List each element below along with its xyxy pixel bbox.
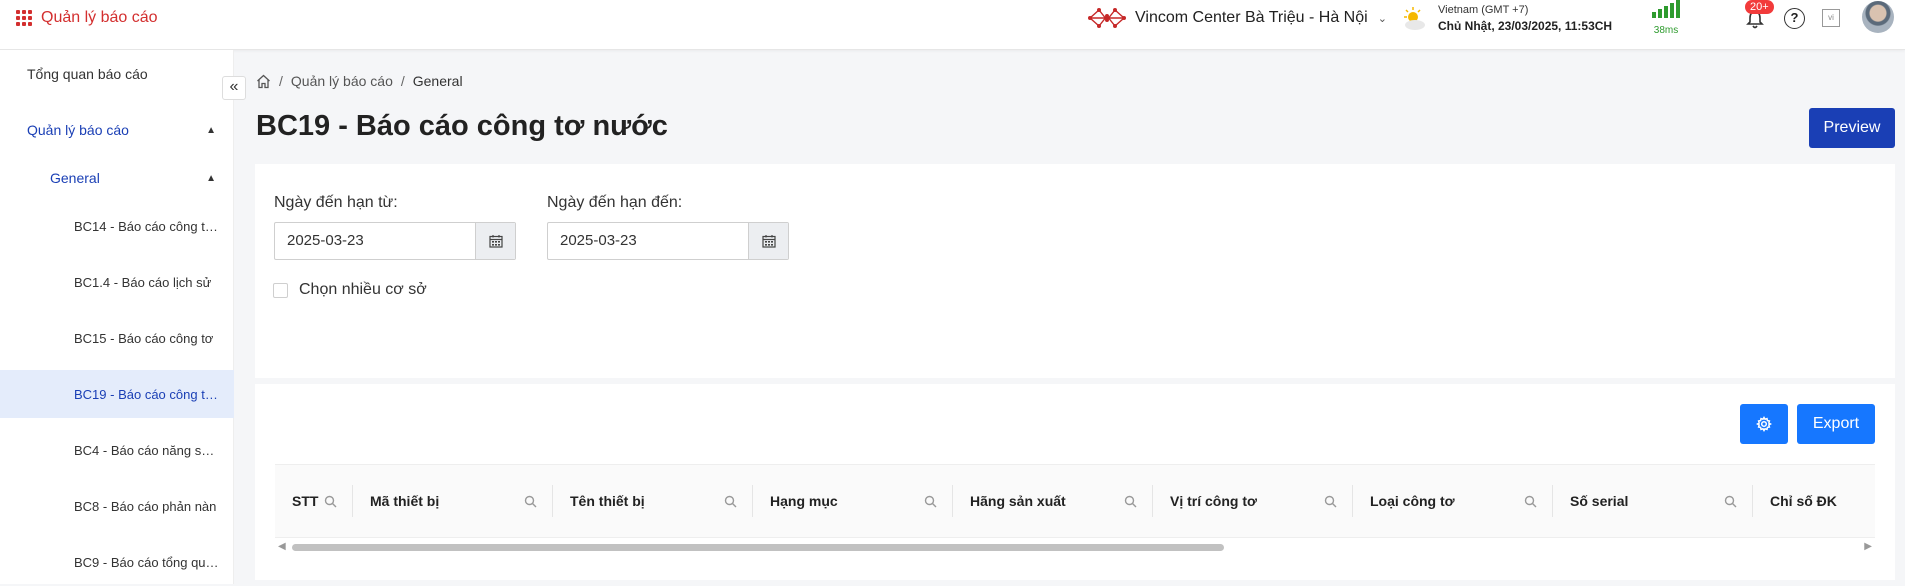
calendar-icon[interactable] bbox=[748, 223, 788, 259]
horizontal-scrollbar[interactable]: ◀ ▶ bbox=[275, 540, 1875, 554]
checkbox[interactable] bbox=[273, 282, 288, 298]
search-icon[interactable] bbox=[1324, 495, 1337, 508]
table-settings-button[interactable] bbox=[1740, 404, 1788, 444]
app-title: Quản lý báo cáo bbox=[41, 9, 158, 26]
apps-grid-icon[interactable] bbox=[16, 10, 32, 26]
latency-label: 38ms bbox=[1653, 25, 1679, 36]
column-label: Vị trí công tơ bbox=[1170, 493, 1257, 509]
column-header-manufacturer[interactable]: Hãng sản xuất bbox=[953, 465, 1153, 537]
column-header-category[interactable]: Hạng mục bbox=[753, 465, 953, 537]
page-title: BC19 - Báo cáo công tơ nước bbox=[256, 110, 668, 142]
sidebar-item-bc9[interactable]: BC9 - Báo cáo tổng quan bbox=[0, 538, 234, 586]
from-date-label: Ngày đến hạn từ: bbox=[274, 194, 398, 211]
sidebar-item-bc15[interactable]: BC15 - Báo cáo công tơ bbox=[0, 314, 234, 362]
column-label: Chỉ số ĐK bbox=[1770, 493, 1837, 509]
search-icon[interactable] bbox=[1724, 495, 1737, 508]
multi-site-checkbox[interactable]: Chọn nhiều cơ sở bbox=[273, 281, 427, 299]
to-date-field[interactable]: 2025-03-23 bbox=[547, 222, 789, 260]
avatar[interactable] bbox=[1862, 1, 1894, 33]
scroll-right-icon[interactable]: ▶ bbox=[1864, 541, 1872, 552]
breadcrumb-link[interactable]: Quản lý báo cáo bbox=[291, 73, 393, 89]
help-icon[interactable]: ? bbox=[1784, 8, 1805, 29]
top-bar: Quản lý báo cáo Vincom Center Bà Triệu -… bbox=[0, 0, 1905, 50]
home-icon[interactable] bbox=[256, 74, 271, 89]
sidebar-item-bc8[interactable]: BC8 - Báo cáo phản nàn bbox=[0, 482, 234, 530]
sidebar-collapse-button[interactable]: « bbox=[222, 76, 246, 100]
column-label: Tên thiết bị bbox=[570, 493, 645, 509]
table-panel: Export STT Mã thiết bị Tên thiết bị Hạng… bbox=[255, 384, 1895, 580]
scroll-left-icon[interactable]: ◀ bbox=[278, 541, 286, 552]
multi-site-label: Chọn nhiều cơ sở bbox=[299, 281, 427, 298]
search-icon[interactable] bbox=[924, 495, 937, 508]
scrollbar-thumb[interactable] bbox=[292, 544, 1224, 551]
column-header-reading[interactable]: Chỉ số ĐK bbox=[1753, 465, 1875, 537]
column-label: Hạng mục bbox=[770, 493, 838, 509]
column-header-device-name[interactable]: Tên thiết bị bbox=[553, 465, 753, 537]
sidebar-item-report-management[interactable]: Quản lý báo cáo ▲ bbox=[0, 106, 234, 154]
search-icon[interactable] bbox=[1524, 495, 1537, 508]
sidebar-item-label: BC8 - Báo cáo phản nàn bbox=[74, 498, 217, 514]
site-selector[interactable]: Vincom Center Bà Triệu - Hà Nội ⌄ bbox=[1087, 6, 1387, 30]
chevron-up-icon: ▲ bbox=[206, 124, 216, 136]
chevron-down-icon: ⌄ bbox=[1377, 12, 1387, 25]
to-date-value[interactable]: 2025-03-23 bbox=[548, 223, 748, 259]
sidebar-item-label: BC9 - Báo cáo tổng quan bbox=[74, 554, 219, 570]
from-date-field[interactable]: 2025-03-23 bbox=[274, 222, 516, 260]
chevron-up-icon: ▲ bbox=[206, 172, 216, 184]
column-label: STT bbox=[292, 493, 319, 509]
sidebar-item-label: BC1.4 - Báo cáo lịch sử bbox=[74, 274, 212, 290]
to-date-label: Ngày đến hạn đến: bbox=[547, 194, 683, 211]
sidebar-item-bc14[interactable]: BC14 - Báo cáo công tơ điện bbox=[0, 202, 234, 250]
weather-icon bbox=[1404, 6, 1425, 30]
column-label: Mã thiết bị bbox=[370, 493, 440, 509]
breadcrumb-separator: / bbox=[400, 73, 405, 89]
preview-button[interactable]: Preview bbox=[1809, 108, 1895, 148]
sidebar-item-label: BC4 - Báo cáo năng suất bbox=[74, 442, 219, 458]
sidebar-item-bc1-4[interactable]: BC1.4 - Báo cáo lịch sử bbox=[0, 258, 234, 306]
weather-widget: Vietnam (GMT +7) Chủ Nhật, 23/03/2025, 1… bbox=[1400, 4, 1612, 33]
sidebar: Tổng quan báo cáo Quản lý báo cáo ▲ Gener… bbox=[0, 50, 234, 584]
column-header-serial[interactable]: Số serial bbox=[1553, 465, 1753, 537]
gear-icon bbox=[1756, 416, 1772, 432]
notification-badge: 20+ bbox=[1745, 0, 1774, 14]
site-name: Vincom Center Bà Triệu - Hà Nội bbox=[1135, 9, 1368, 26]
network-status: 38ms bbox=[1652, 0, 1680, 36]
column-label: Số serial bbox=[1570, 493, 1629, 509]
column-label: Loại công tơ bbox=[1370, 493, 1455, 509]
signal-icon bbox=[1652, 0, 1680, 18]
sidebar-item-bc19[interactable]: BC19 - Báo cáo công tơ nước bbox=[0, 370, 234, 418]
breadcrumb: / Quản lý báo cáo / General bbox=[256, 73, 463, 89]
sidebar-item-label: Quản lý báo cáo bbox=[27, 122, 129, 138]
sidebar-item-overview[interactable]: Tổng quan báo cáo bbox=[0, 50, 234, 98]
sidebar-item-label: General bbox=[50, 170, 100, 186]
search-icon[interactable] bbox=[724, 495, 737, 508]
sidebar-item-label: BC19 - Báo cáo công tơ nước bbox=[74, 386, 219, 402]
sidebar-item-label: BC14 - Báo cáo công tơ điện bbox=[74, 218, 219, 234]
search-icon[interactable] bbox=[524, 495, 537, 508]
breadcrumb-separator: / bbox=[279, 73, 283, 89]
filter-panel: Ngày đến hạn từ: 2025-03-23 Ngày đến hạn… bbox=[255, 164, 1895, 378]
column-label: Hãng sản xuất bbox=[970, 493, 1066, 509]
column-header-meter-location[interactable]: Vị trí công tơ bbox=[1153, 465, 1353, 537]
export-button[interactable]: Export bbox=[1797, 404, 1875, 444]
app-menu[interactable]: Quản lý báo cáo bbox=[16, 9, 158, 27]
sidebar-item-bc4[interactable]: BC4 - Báo cáo năng suất bbox=[0, 426, 234, 474]
datetime-label: Chủ Nhật, 23/03/2025, 11:53CH bbox=[1438, 19, 1613, 33]
sidebar-item-general[interactable]: General ▲ bbox=[0, 154, 234, 202]
search-icon[interactable] bbox=[1124, 495, 1137, 508]
column-header-device-code[interactable]: Mã thiết bị bbox=[353, 465, 553, 537]
from-date-value[interactable]: 2025-03-23 bbox=[275, 223, 475, 259]
calendar-icon[interactable] bbox=[475, 223, 515, 259]
search-icon[interactable] bbox=[324, 495, 337, 508]
table-header: STT Mã thiết bị Tên thiết bị Hạng mục Hã… bbox=[275, 464, 1875, 538]
timezone-label: Vietnam (GMT +7) bbox=[1438, 4, 1529, 16]
breadcrumb-current: General bbox=[412, 73, 463, 89]
column-header-stt[interactable]: STT bbox=[275, 465, 353, 537]
sidebar-item-label: BC15 - Báo cáo công tơ bbox=[74, 330, 214, 346]
network-logo-icon bbox=[1088, 8, 1126, 28]
column-header-meter-type[interactable]: Loại công tơ bbox=[1353, 465, 1553, 537]
sidebar-item-label: Tổng quan báo cáo bbox=[27, 66, 148, 82]
language-icon[interactable]: vi bbox=[1822, 9, 1840, 27]
